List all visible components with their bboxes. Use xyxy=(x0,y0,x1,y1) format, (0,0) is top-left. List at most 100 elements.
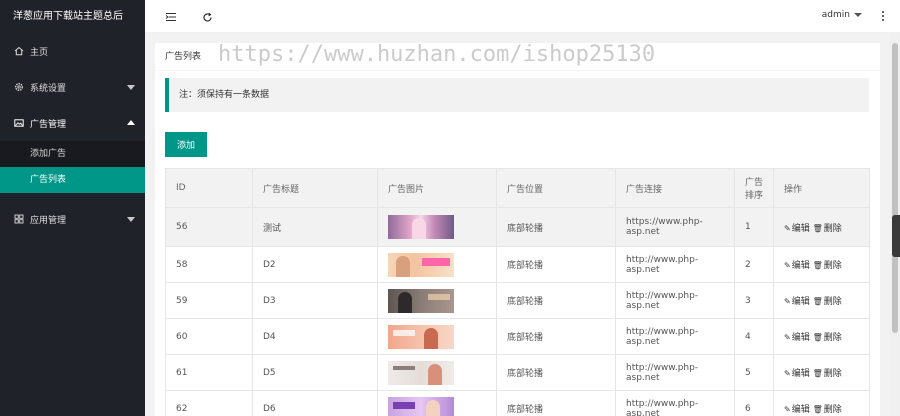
cell-title: D3 xyxy=(252,282,378,319)
sidebar-subitem-add-ad[interactable]: 添加广告 xyxy=(0,141,145,167)
edit-button[interactable]: ✎编辑 xyxy=(784,224,810,234)
username: admin xyxy=(821,10,850,20)
cell-actions: ✎编辑 🗑删除 xyxy=(773,282,870,319)
cell-image xyxy=(377,282,497,319)
trash-icon: 🗑 xyxy=(812,405,823,414)
page-title: 广告列表 xyxy=(155,43,880,71)
col-header-sort: 广告排序 xyxy=(734,168,774,208)
cell-actions: ✎编辑 🗑删除 xyxy=(773,207,870,247)
cell-position: 底部轮播 xyxy=(496,246,616,283)
cell-sort: 2 xyxy=(734,246,774,283)
ad-thumbnail xyxy=(388,396,454,416)
edit-button[interactable]: ✎编辑 xyxy=(784,369,810,379)
cell-sort: 3 xyxy=(734,282,774,319)
table-row: 56 测试 底部轮播 https://www.php-asp.net 1 ✎编辑… xyxy=(165,207,870,247)
delete-button[interactable]: 🗑删除 xyxy=(813,224,842,234)
chevron-down-icon xyxy=(127,217,135,222)
sidebar-item-label: 主页 xyxy=(30,47,49,58)
table-header-row: ID 广告标题 广告图片 广告位置 广告连接 广告排序 操作 xyxy=(165,168,870,208)
cell-sort: 5 xyxy=(734,354,774,391)
menu-toggle-icon[interactable] xyxy=(164,10,178,24)
cell-link: http://www.php-asp.net xyxy=(615,390,735,416)
sidebar-item-label: 系统设置 xyxy=(30,83,67,94)
delete-button[interactable]: 🗑删除 xyxy=(813,405,842,415)
table-row: 62 D6 底部轮播 http://www.php-asp.net 6 ✎编辑 … xyxy=(165,390,870,416)
trash-icon: 🗑 xyxy=(812,369,823,378)
refresh-icon[interactable] xyxy=(200,10,214,24)
sidebar-item-ads[interactable]: 广告管理 xyxy=(0,105,145,141)
ad-thumbnail xyxy=(388,215,454,239)
chevron-up-icon xyxy=(127,120,135,125)
ads-submenu: 添加广告 广告列表 xyxy=(0,141,145,193)
ad-thumbnail xyxy=(388,288,454,313)
cell-title: D2 xyxy=(252,246,378,283)
top-header: admin xyxy=(145,0,900,33)
cell-sort: 6 xyxy=(734,390,774,416)
caret-down-icon xyxy=(854,13,862,17)
table-row: 58 D2 底部轮播 http://www.php-asp.net 2 ✎编辑 … xyxy=(165,246,870,283)
col-header-actions: 操作 xyxy=(773,168,870,208)
gear-icon xyxy=(13,81,25,93)
cell-actions: ✎编辑 🗑删除 xyxy=(773,246,870,283)
ad-list-card: 广告列表 注：须保持有一条数据 添加 ID 广告标题 广告图片 广告位置 广告连… xyxy=(155,43,880,416)
apps-icon xyxy=(13,213,25,225)
col-header-position: 广告位置 xyxy=(496,168,616,208)
pencil-icon: ✎ xyxy=(784,405,791,414)
user-menu[interactable]: admin xyxy=(822,10,862,20)
cell-title: D4 xyxy=(252,318,378,355)
ad-thumbnail xyxy=(388,360,454,385)
pencil-icon: ✎ xyxy=(784,297,791,306)
cell-id: 56 xyxy=(165,207,253,247)
cell-actions: ✎编辑 🗑删除 xyxy=(773,390,870,416)
delete-button[interactable]: 🗑删除 xyxy=(813,369,842,379)
sidebar: 洋葱应用下载站主题总后 主页 系统设置 广告管理 添加广告 广告列表 应用管理 xyxy=(0,0,145,416)
col-header-image: 广告图片 xyxy=(377,168,497,208)
cell-image xyxy=(377,246,497,283)
delete-button[interactable]: 🗑删除 xyxy=(813,261,842,271)
cell-id: 60 xyxy=(165,318,253,355)
chevron-down-icon xyxy=(127,85,135,90)
image-icon xyxy=(13,117,25,129)
notice-banner: 注：须保持有一条数据 xyxy=(165,78,869,112)
cell-image xyxy=(377,390,497,416)
add-button[interactable]: 添加 xyxy=(165,132,207,157)
delete-button[interactable]: 🗑删除 xyxy=(813,297,842,307)
cell-link: http://www.php-asp.net xyxy=(615,282,735,319)
col-header-link: 广告连接 xyxy=(615,168,735,208)
pencil-icon: ✎ xyxy=(784,223,791,233)
cell-title: D5 xyxy=(252,354,378,391)
more-vertical-icon[interactable] xyxy=(881,10,885,25)
cell-position: 底部轮播 xyxy=(496,207,616,247)
sidebar-item-settings[interactable]: 系统设置 xyxy=(0,69,145,105)
cell-position: 底部轮播 xyxy=(496,390,616,416)
cell-sort: 1 xyxy=(734,207,774,247)
cell-link: https://www.php-asp.net xyxy=(615,207,735,247)
cell-position: 底部轮播 xyxy=(496,318,616,355)
table-row: 61 D5 底部轮播 http://www.php-asp.net 5 ✎编辑 … xyxy=(165,354,870,391)
sidebar-item-label: 应用管理 xyxy=(30,215,67,226)
cell-actions: ✎编辑 🗑删除 xyxy=(773,318,870,355)
ad-thumbnail xyxy=(388,252,454,277)
pencil-icon: ✎ xyxy=(784,333,791,342)
edit-button[interactable]: ✎编辑 xyxy=(784,261,810,271)
ad-table: ID 广告标题 广告图片 广告位置 广告连接 广告排序 操作 56 测试 底部轮… xyxy=(165,168,870,416)
cell-image xyxy=(377,354,497,391)
edit-button[interactable]: ✎编辑 xyxy=(784,405,810,415)
pencil-icon: ✎ xyxy=(784,261,791,270)
edit-button[interactable]: ✎编辑 xyxy=(784,297,810,307)
sidebar-item-label: 广告管理 xyxy=(30,119,67,130)
delete-button[interactable]: 🗑删除 xyxy=(813,333,842,343)
side-float-tab[interactable] xyxy=(892,215,900,257)
sidebar-item-home[interactable]: 主页 xyxy=(0,33,145,69)
edit-button[interactable]: ✎编辑 xyxy=(784,333,810,343)
table-row: 60 D4 底部轮播 http://www.php-asp.net 4 ✎编辑 … xyxy=(165,318,870,355)
trash-icon: 🗑 xyxy=(812,261,823,270)
cell-title: 测试 xyxy=(252,207,378,247)
sidebar-item-apps[interactable]: 应用管理 xyxy=(0,201,145,237)
sidebar-subitem-ad-list[interactable]: 广告列表 xyxy=(0,167,145,193)
cell-id: 61 xyxy=(165,354,253,391)
cell-link: http://www.php-asp.net xyxy=(615,246,735,283)
ad-thumbnail xyxy=(388,324,454,349)
scrollbar-thumb[interactable] xyxy=(892,43,898,333)
cell-title: D6 xyxy=(252,390,378,416)
